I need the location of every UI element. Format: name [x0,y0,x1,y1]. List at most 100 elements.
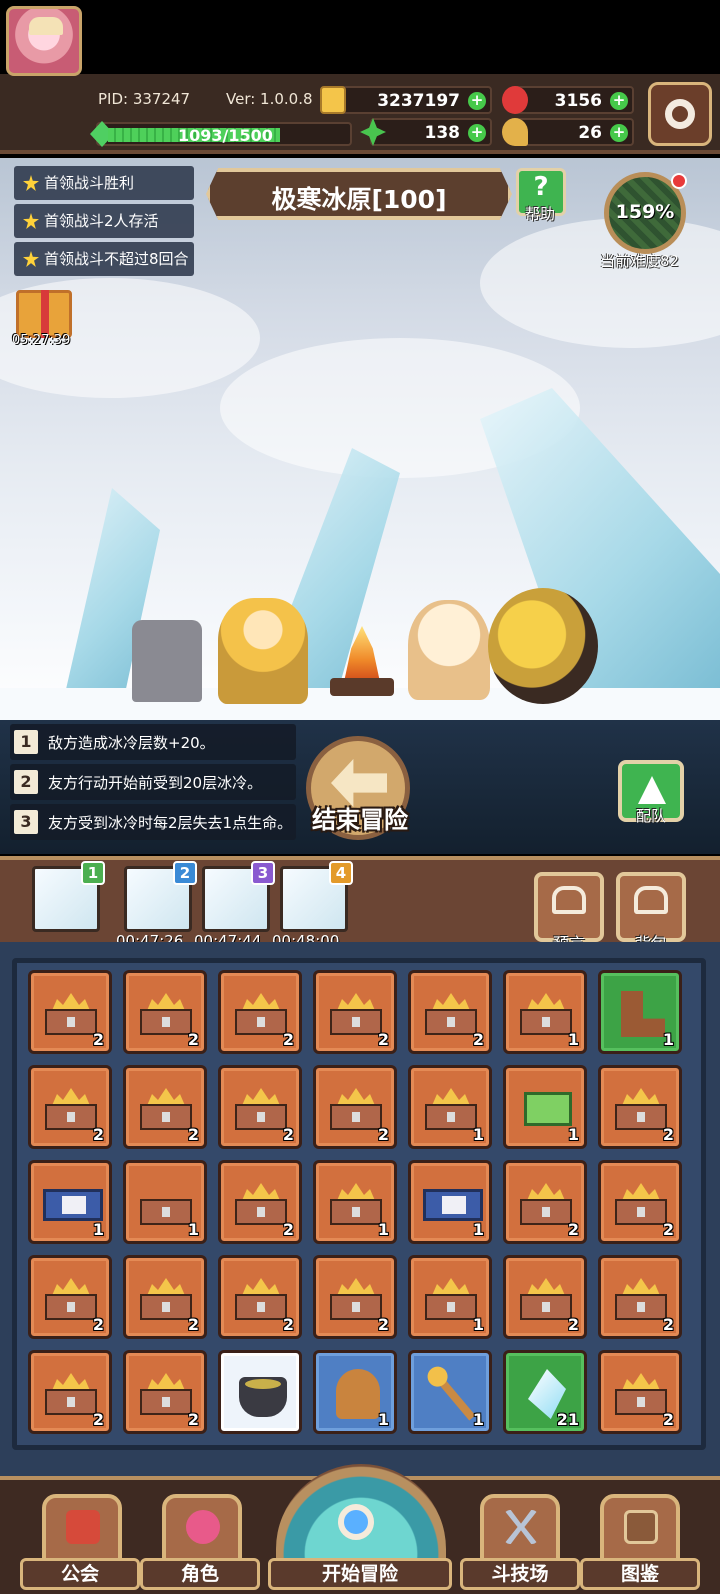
item-count: 2 [282,1220,294,1239]
treasure-chest-icon [235,1088,287,1130]
item-count: 2 [282,1315,294,1334]
inventory-slot[interactable]: 2 [313,1255,397,1339]
team-label: 配队 [635,807,666,825]
inventory-slot[interactable]: 2 [503,1255,587,1339]
inventory-slot[interactable] [218,1350,302,1434]
inventory-slot[interactable]: 2 [28,970,112,1054]
inventory-slot[interactable]: 2 [218,1065,302,1149]
gem-counter: 3156 + [502,86,634,114]
inventory-slot[interactable]: 2 [218,1160,302,1244]
blue-box-icon [423,1189,483,1221]
item-count: 2 [662,1125,674,1144]
settings-button[interactable] [648,82,712,146]
item-count: 2 [377,1315,389,1334]
campfire [326,622,396,702]
add-drumstick-button[interactable]: + [610,124,628,142]
add-gem-button[interactable]: + [610,92,628,110]
cream-hair-character[interactable] [408,600,490,700]
inventory-slot[interactable]: 1 [28,1160,112,1244]
golden-armor-character[interactable] [488,588,598,704]
xp-bar: 1093/1500 [90,121,352,147]
inventory-slot[interactable]: 2 [123,1350,207,1434]
clover-counter: 138 + [360,118,492,146]
robot-character[interactable] [132,620,202,702]
inventory-slot[interactable]: 2 [28,1065,112,1149]
inventory-slot[interactable]: 2 [218,1255,302,1339]
treasure-chest-icon [140,1088,192,1130]
treasure-chest-icon [520,993,572,1035]
add-gold-button[interactable]: + [468,92,486,110]
item-count: 1 [472,1220,484,1239]
inventory-slot[interactable]: 1 [503,1065,587,1149]
nav-character-label: 角色 [140,1558,260,1590]
quest-text: 首领战斗不超过8回合 [44,250,189,268]
end-adventure-label: 结束冒险 [312,806,408,834]
item-count: 2 [377,1125,389,1144]
inventory-slot[interactable]: 21 [503,1350,587,1434]
inventory-slot[interactable]: 2 [598,1160,682,1244]
item-count: 2 [187,1030,199,1049]
hero-slot[interactable]: 4 [280,861,353,932]
item-count: 2 [662,1220,674,1239]
inventory-slot[interactable]: 1 [503,970,587,1054]
player-avatar[interactable] [6,6,82,76]
inventory-slot[interactable]: 2 [28,1255,112,1339]
hero-slot[interactable]: 1 [32,861,105,932]
blonde-warrior-character[interactable] [218,598,308,704]
hero-slot[interactable]: 2 [124,861,197,932]
inventory-slot[interactable]: 1 [408,1160,492,1244]
quest-item: 首领战斗2人存活 [14,204,194,238]
inventory-slot[interactable]: 1 [313,1350,397,1434]
item-count: 1 [567,1030,579,1049]
treasure-chest-icon [615,1088,667,1130]
inventory-slot[interactable]: 2 [28,1350,112,1434]
inventory-slot[interactable]: 2 [218,970,302,1054]
inventory-slot[interactable]: 1 [598,970,682,1054]
difficulty-dial[interactable]: 159% [604,172,687,254]
effect-item: 3 友方受到冰冷时每2层失去1点生命。 [10,804,296,840]
treasure-chest-icon [615,1183,667,1225]
inventory-slot[interactable]: 1 [123,1160,207,1244]
hero-slot[interactable]: 3 [202,861,275,932]
notification-dot [671,173,687,189]
drumstick-value: 26 [578,123,602,143]
inventory-slot[interactable]: 1 [313,1160,397,1244]
status-bar-area [0,0,720,74]
inventory-slot[interactable]: 2 [598,1255,682,1339]
slot-number-badge: 1 [81,861,105,885]
stage-title: 极寒冰原[100] [271,185,447,214]
effect-number: 1 [14,730,38,754]
inventory-slot[interactable]: 2 [313,970,397,1054]
effect-item: 2 友方行动开始前受到20层冰冷。 [10,764,296,800]
inventory-slot[interactable]: 2 [313,1065,397,1149]
inventory-slot[interactable]: 1 [408,1350,492,1434]
inventory-slot[interactable]: 2 [123,1255,207,1339]
treasure-chest-icon [140,993,192,1035]
gold-coin-icon [320,86,346,114]
inventory-slot[interactable]: 2 [123,1065,207,1149]
crossed-swords-icon [504,1510,538,1544]
inventory-slot[interactable]: 2 [123,970,207,1054]
gold-counter: 3237197 + [320,86,492,114]
question-icon: ? [533,172,549,202]
nav-arena-label: 斗技场 [460,1558,580,1590]
prophecy-icon [552,886,586,914]
inventory-slot[interactable]: 2 [408,970,492,1054]
inventory-slot[interactable]: 1 [408,1255,492,1339]
slot-number-badge: 2 [173,861,197,885]
quest-item: 首领战斗胜利 [14,166,194,200]
backpack-icon [634,886,668,914]
inventory-slot[interactable]: 2 [503,1160,587,1244]
item-count: 2 [92,1410,104,1429]
inventory-slot[interactable]: 1 [408,1065,492,1149]
red-gem-icon [502,86,528,114]
add-clover-button[interactable]: + [468,124,486,142]
treasure-chest-icon [520,1278,572,1320]
treasure-chest-icon [330,1278,382,1320]
inventory-slot[interactable]: 2 [598,1065,682,1149]
item-count: 2 [662,1410,674,1429]
cloud [480,218,720,348]
gift-box-icon[interactable] [16,290,72,338]
inventory-slot[interactable]: 2 [598,1350,682,1434]
item-count: 1 [472,1410,484,1429]
